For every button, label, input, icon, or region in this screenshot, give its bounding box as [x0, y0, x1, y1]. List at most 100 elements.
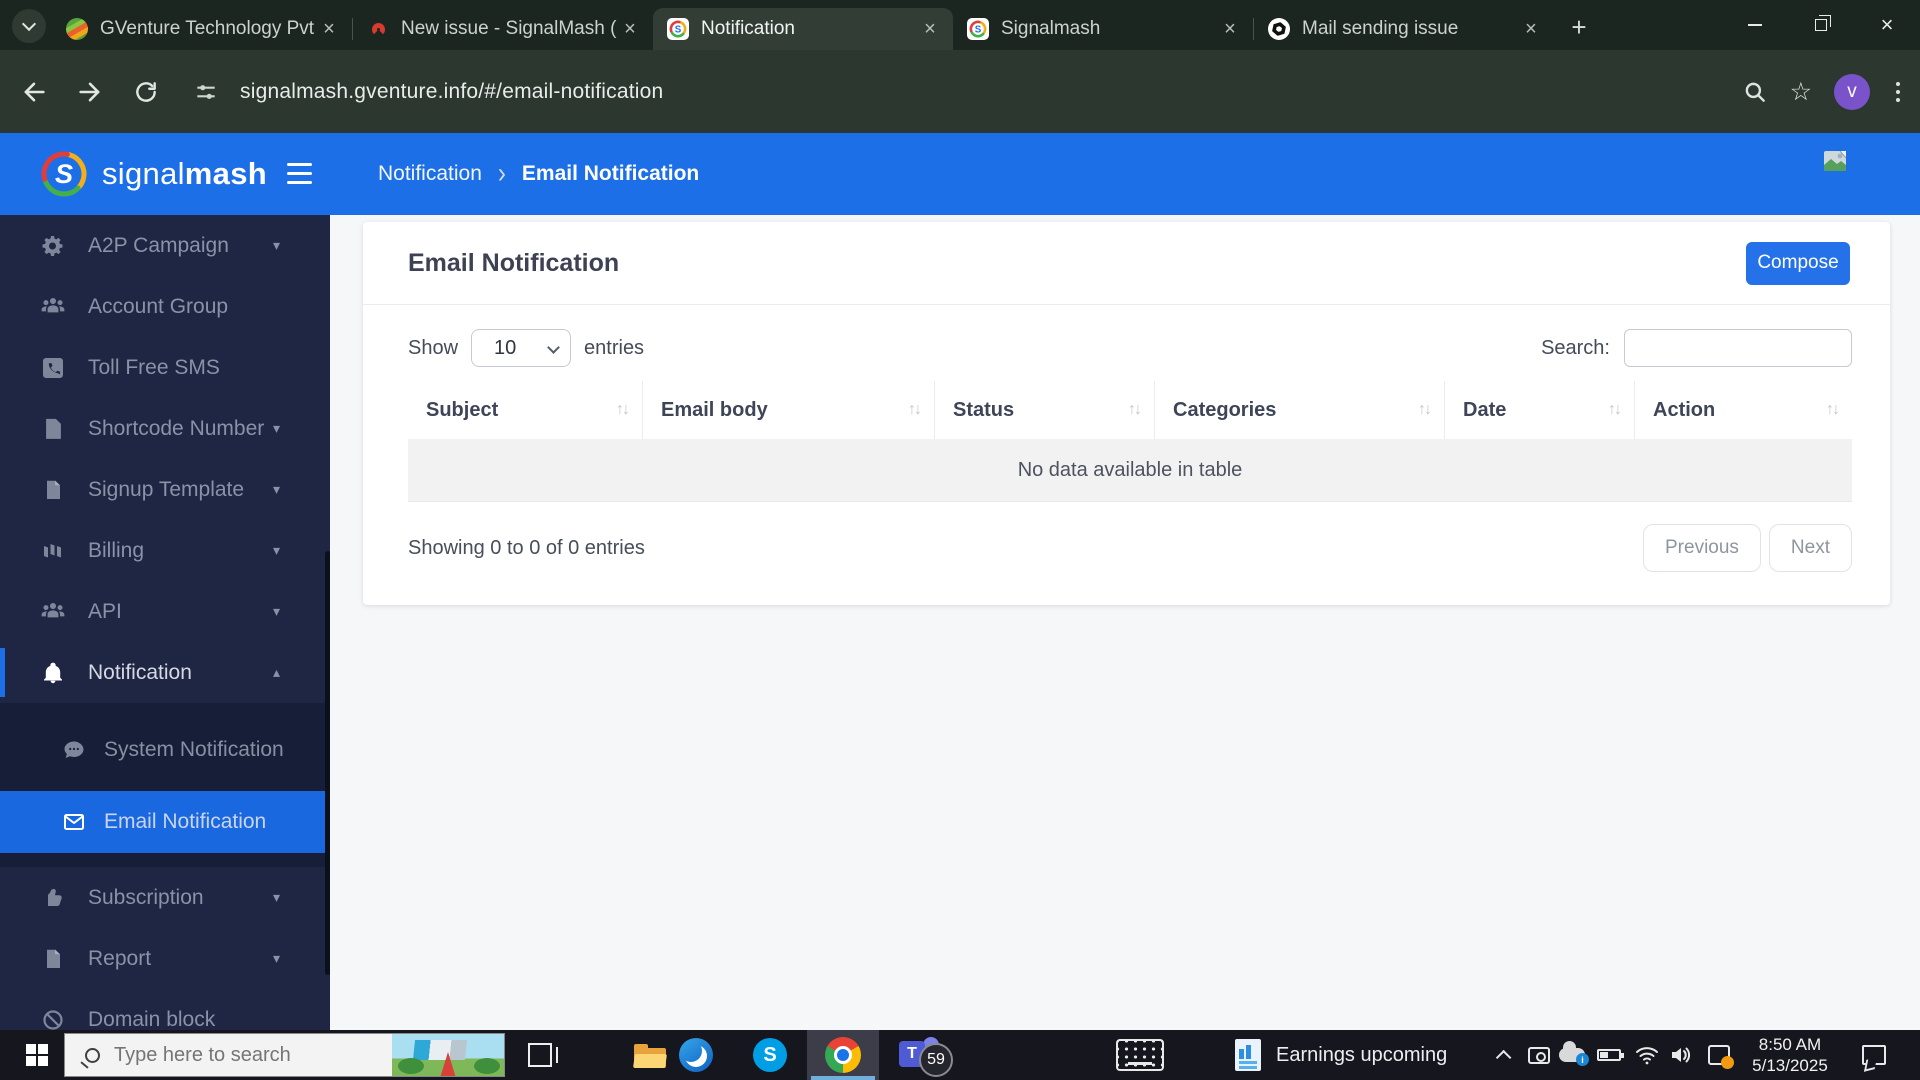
minimize-button[interactable] [1722, 0, 1788, 50]
next-button[interactable]: Next [1769, 524, 1852, 572]
chat-bubble-icon [62, 738, 86, 762]
sidebar-item-report[interactable]: Report ▾ [0, 928, 330, 989]
sidebar: S signalmash A2P Campaign ▾ Account Grou… [0, 133, 330, 1030]
profile-avatar[interactable]: v [1834, 74, 1870, 110]
bing-daily-image[interactable] [392, 1034, 504, 1076]
date: 5/13/2025 [1752, 1055, 1828, 1076]
sidebar-item-domain-block[interactable]: Domain block [0, 989, 330, 1030]
reload-button[interactable] [124, 70, 168, 114]
sidebar-item-a2p-campaign[interactable]: A2P Campaign ▾ [0, 215, 330, 276]
touch-keyboard-button[interactable] [1112, 1030, 1168, 1080]
taskbar-search-box[interactable] [64, 1033, 505, 1077]
search-input[interactable] [1624, 329, 1852, 367]
site-info-button[interactable] [186, 72, 226, 112]
envelope-icon [62, 810, 86, 834]
clock[interactable]: 8:50 AM 5/13/2025 [1742, 1030, 1838, 1080]
address-bar[interactable]: signalmash.gventure.info/#/email-notific… [240, 80, 663, 104]
sidebar-item-signup-template[interactable]: Signup Template ▾ [0, 459, 330, 520]
thunderbird-button[interactable] [676, 1030, 716, 1080]
email-notification-card: Email Notification Compose Show 10 entri… [363, 222, 1890, 605]
page-title: Email Notification [408, 249, 1746, 278]
wifi-icon [1635, 1045, 1659, 1065]
breadcrumb-current: Email Notification [522, 162, 699, 186]
hamburger-menu-icon[interactable] [285, 161, 314, 186]
sidebar-item-subscription[interactable]: Subscription ▾ [0, 867, 330, 928]
sync-icon [1708, 1045, 1730, 1065]
tab-gventure[interactable]: GVenture Technology Pvt × [52, 8, 352, 50]
compose-button[interactable]: Compose [1746, 242, 1850, 285]
tray-wifi[interactable] [1631, 1030, 1663, 1080]
task-view-icon [528, 1043, 552, 1067]
tab-close-icon[interactable]: × [1518, 16, 1544, 42]
sidebar-item-account-group[interactable]: Account Group [0, 276, 330, 337]
sidebar-item-toll-free-sms[interactable]: Toll Free SMS [0, 337, 330, 398]
breadcrumb-parent[interactable]: Notification [378, 162, 482, 186]
column-header-date[interactable]: Date↑↓ [1444, 381, 1634, 439]
caret-down-icon: ▾ [273, 481, 280, 498]
menu-kebab-icon[interactable] [1892, 78, 1904, 106]
column-header-email-body[interactable]: Email body↑↓ [642, 381, 934, 439]
tab-close-icon[interactable]: × [917, 16, 943, 42]
column-header-action[interactable]: Action↑↓ [1634, 381, 1852, 439]
tray-sync[interactable] [1702, 1030, 1736, 1080]
column-header-status[interactable]: Status↑↓ [934, 381, 1154, 439]
column-header-subject[interactable]: Subject↑↓ [408, 381, 642, 439]
tab-mail-issue[interactable]: Mail sending issue × [1254, 8, 1554, 50]
data-table: Subject↑↓ Email body↑↓ Status↑↓ Categori… [408, 381, 1852, 502]
chrome-button-active[interactable] [807, 1030, 879, 1080]
broken-image-avatar-icon[interactable] [1824, 151, 1848, 173]
tab-signalmash[interactable]: S Signalmash × [953, 8, 1253, 50]
entries-label: entries [584, 337, 644, 360]
start-button[interactable] [13, 1030, 61, 1080]
tab-notification-active[interactable]: S Notification × [653, 8, 953, 50]
taskbar-search-input[interactable] [114, 1044, 392, 1067]
forward-button[interactable] [68, 70, 112, 114]
tray-volume[interactable] [1665, 1030, 1697, 1080]
tray-camera[interactable] [1524, 1030, 1554, 1080]
tab-search-button[interactable] [12, 9, 46, 43]
tab-new-issue[interactable]: New issue - SignalMash ( × [353, 8, 653, 50]
browser-tab-bar: GVenture Technology Pvt × New issue - Si… [0, 0, 1920, 50]
tray-expand-button[interactable] [1488, 1030, 1514, 1080]
sidebar-item-shortcode-number[interactable]: Shortcode Number ▾ [0, 398, 330, 459]
bookmark-star-icon[interactable]: ☆ [1790, 77, 1812, 107]
tab-close-icon[interactable]: × [316, 16, 342, 42]
card-header: Email Notification Compose [363, 222, 1890, 305]
sidebar-subitem-email-notification[interactable]: Email Notification [0, 791, 330, 853]
tab-close-icon[interactable]: × [1217, 16, 1243, 42]
sidebar-item-api[interactable]: API ▾ [0, 581, 330, 642]
caret-down-icon: ▾ [273, 950, 280, 967]
brand-name: signalmash [102, 156, 267, 192]
column-header-categories[interactable]: Categories↑↓ [1154, 381, 1444, 439]
restore-button[interactable] [1788, 0, 1854, 50]
page-length-control: Show 10 entries [408, 329, 644, 367]
search-icon[interactable] [1742, 79, 1768, 105]
signalmash-logo-icon[interactable]: S [40, 150, 88, 198]
tray-battery[interactable] [1593, 1030, 1625, 1080]
news-ticker[interactable]: Earnings upcoming [1276, 1030, 1456, 1080]
task-view-button[interactable] [520, 1030, 560, 1080]
file-explorer-button[interactable] [630, 1030, 670, 1080]
sidebar-subitem-system-notification[interactable]: System Notification [0, 719, 330, 781]
tab-title: GVenture Technology Pvt [100, 18, 316, 40]
teams-button[interactable]: T 59 [896, 1030, 956, 1080]
main-content: Notification › Email Notification Email … [330, 133, 1920, 1030]
breadcrumb-chevron-icon: › [498, 157, 506, 191]
caret-down-icon: ▾ [273, 420, 280, 437]
sidebar-header: S signalmash [0, 133, 330, 215]
action-center-button[interactable] [1852, 1030, 1896, 1080]
close-button[interactable]: × [1854, 0, 1920, 50]
sidebar-item-billing[interactable]: Billing ▾ [0, 520, 330, 581]
folder-icon [634, 1042, 666, 1068]
news-widget-button[interactable] [1230, 1030, 1266, 1080]
previous-button[interactable]: Previous [1643, 524, 1761, 572]
new-tab-button[interactable]: + [1562, 10, 1596, 44]
page-size-select[interactable]: 10 [471, 329, 571, 367]
back-button[interactable] [12, 70, 56, 114]
skype-button[interactable]: S [750, 1030, 790, 1080]
tray-onedrive[interactable]: i [1556, 1030, 1588, 1080]
tab-close-icon[interactable]: × [617, 16, 643, 42]
chevron-down-icon [547, 341, 560, 354]
screen: GVenture Technology Pvt × New issue - Si… [0, 0, 1920, 1080]
sidebar-item-notification[interactable]: Notification ▴ [0, 642, 330, 703]
